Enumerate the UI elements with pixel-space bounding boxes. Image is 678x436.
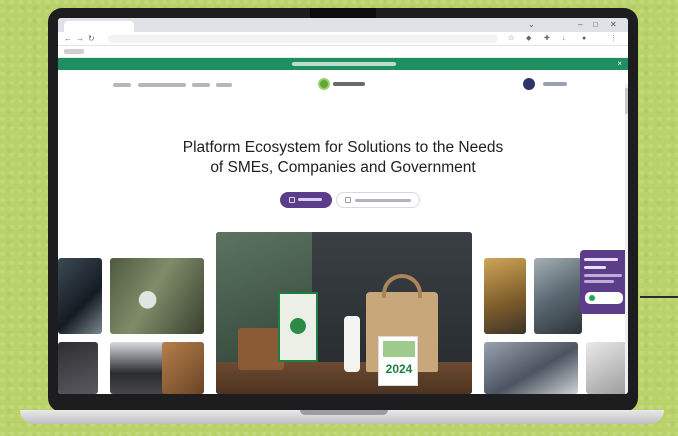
laptop-frame: ⌄ – □ ✕ ← → ↻ ☆ ◆ ✚ ↓ ● ⋮ × Platform Eco…: [48, 8, 638, 412]
primary-cta-button[interactable]: [280, 192, 332, 208]
desk-calendar: 2024: [378, 336, 418, 386]
bookmark-star-icon[interactable]: ☆: [508, 34, 514, 44]
photo-water-bottle: [110, 258, 204, 334]
hero-title-line-2: of SMEs, Companies and Government: [210, 159, 476, 176]
promo-close-icon[interactable]: ×: [617, 59, 622, 69]
download-icon[interactable]: ↓: [562, 34, 566, 44]
photo-office-devices: [58, 258, 102, 334]
promo-banner: ×: [58, 58, 628, 70]
whatsapp-button[interactable]: [585, 292, 623, 304]
page-scrollbar[interactable]: [625, 84, 628, 394]
photo-merch-products: 2024: [216, 232, 472, 394]
user-avatar[interactable]: [523, 78, 535, 90]
cta-icon: [289, 197, 295, 203]
chat-subtitle: [584, 274, 622, 277]
address-bar[interactable]: [108, 35, 498, 43]
calendar-image: [383, 341, 415, 357]
browser-tab[interactable]: [64, 21, 134, 32]
chat-title-2: [584, 266, 606, 269]
gift-box-logo: [290, 318, 306, 334]
logo-wordmark: [333, 82, 365, 86]
hero-title-line-1: Platform Ecosystem for Solutions to the …: [182, 139, 504, 156]
chat-title: [584, 258, 618, 261]
gift-box: [278, 292, 318, 362]
tab-bar: ⌄ – □ ✕: [58, 18, 628, 32]
photo-person-yellow: [484, 258, 526, 334]
nav-link-third[interactable]: [192, 83, 210, 87]
laptop-base-groove: [300, 410, 388, 415]
secondary-cta-button[interactable]: [336, 192, 420, 208]
puzzle-icon[interactable]: ✚: [544, 34, 550, 44]
secondary-cta-label: [355, 199, 411, 202]
profile-icon[interactable]: ●: [582, 34, 586, 44]
back-icon[interactable]: ←: [64, 34, 72, 44]
bookmarks-bar: [58, 46, 628, 58]
chat-subtitle-2: [584, 280, 614, 283]
nav-link-about[interactable]: [113, 83, 131, 87]
close-icon[interactable]: ✕: [610, 20, 617, 30]
browser-window: ⌄ – □ ✕ ← → ↻ ☆ ◆ ✚ ↓ ● ⋮ × Platform Eco…: [58, 18, 628, 394]
tumbler: [344, 316, 360, 372]
extension-icon[interactable]: ◆: [526, 34, 531, 44]
site-header: [58, 70, 628, 98]
minimize-icon[interactable]: –: [578, 20, 582, 30]
logo-icon: [318, 78, 330, 90]
photo-team: [534, 258, 582, 334]
tab-search-icon[interactable]: ⌄: [528, 20, 535, 30]
chat-widget[interactable]: [580, 250, 628, 314]
photo-person-laptop: [484, 342, 578, 394]
promo-text[interactable]: [292, 62, 396, 66]
cta-secondary-icon: [345, 197, 351, 203]
whatsapp-icon: [589, 295, 595, 301]
language-selector[interactable]: [543, 82, 567, 86]
nav-link-dropdown[interactable]: [138, 83, 186, 87]
primary-cta-label: [298, 198, 322, 201]
maximize-icon[interactable]: □: [593, 20, 598, 30]
connector-line: [640, 296, 678, 298]
forward-icon[interactable]: →: [76, 34, 84, 44]
calendar-year: 2024: [385, 362, 413, 376]
browser-toolbar: ← → ↻ ☆ ◆ ✚ ↓ ● ⋮: [58, 32, 628, 46]
bookmark-item[interactable]: [64, 49, 84, 54]
scrollbar-thumb[interactable]: [625, 88, 628, 114]
reload-icon[interactable]: ↻: [88, 34, 95, 44]
kebab-menu-icon[interactable]: ⋮: [610, 34, 617, 44]
nav-link-fourth[interactable]: [216, 83, 232, 87]
photo-meeting: [586, 342, 628, 394]
photo-gadgets: [58, 342, 98, 394]
hero-title: Platform Ecosystem for Solutions to the …: [58, 138, 628, 178]
photo-wood-item: [162, 342, 204, 394]
site-logo[interactable]: [318, 77, 368, 91]
